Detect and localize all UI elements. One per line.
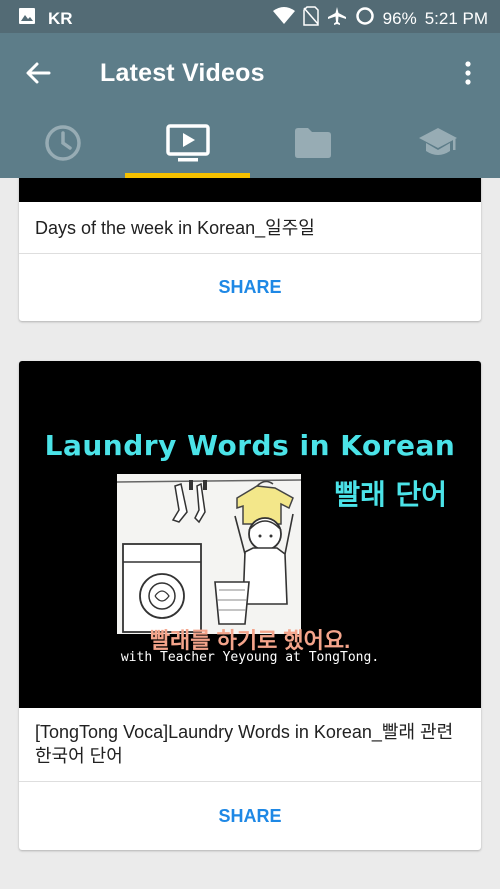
carrier-label: KR bbox=[48, 8, 73, 28]
video-card: Days of the week in Korean_일주일 SHARE bbox=[19, 178, 481, 321]
back-button[interactable] bbox=[22, 57, 54, 89]
more-vert-icon bbox=[456, 61, 480, 93]
tab-courses[interactable] bbox=[375, 113, 500, 178]
thumbnail-heading: Laundry Words in Korean bbox=[44, 429, 456, 462]
arrow-back-icon bbox=[22, 62, 54, 93]
battery-icon bbox=[355, 6, 375, 31]
folder-icon bbox=[293, 125, 333, 166]
battery-percent: 96% bbox=[382, 8, 417, 28]
video-thumbnail[interactable]: Laundry Words in Korean 빨래 단어 빨래를 하기로 했어… bbox=[19, 361, 481, 708]
tab-videos[interactable] bbox=[125, 113, 250, 178]
video-title[interactable]: [TongTong Voca]Laundry Words in Korean_빨… bbox=[19, 708, 481, 781]
video-list[interactable]: Days of the week in Korean_일주일 SHARE Lau… bbox=[0, 178, 500, 889]
app-bar: Latest Videos bbox=[0, 33, 500, 178]
clock-time: 5:21 PM bbox=[424, 8, 488, 28]
share-button[interactable]: SHARE bbox=[19, 782, 481, 850]
no-sim-icon bbox=[302, 6, 319, 31]
video-title[interactable]: Days of the week in Korean_일주일 bbox=[19, 202, 481, 253]
page-title: Latest Videos bbox=[100, 59, 265, 87]
image-icon bbox=[18, 7, 36, 30]
graduation-cap-icon bbox=[417, 125, 459, 166]
tab-folders[interactable] bbox=[250, 113, 375, 178]
share-button[interactable]: SHARE bbox=[19, 254, 481, 321]
video-thumbnail[interactable] bbox=[19, 178, 481, 202]
tab-bar bbox=[0, 113, 500, 178]
laundry-illustration bbox=[117, 474, 301, 634]
overflow-menu-button[interactable] bbox=[456, 57, 480, 89]
video-card: Laundry Words in Korean 빨래 단어 빨래를 하기로 했어… bbox=[19, 361, 481, 850]
clock-icon bbox=[43, 123, 83, 168]
wifi-icon bbox=[272, 7, 295, 30]
video-icon bbox=[165, 123, 210, 168]
status-bar: KR 96% 5:21 PM bbox=[0, 0, 500, 33]
thumbnail-heading-ko: 빨래 단어 bbox=[334, 478, 447, 511]
thumbnail-caption-en: with Teacher Yeyoung at TongTong. bbox=[120, 650, 380, 665]
airplane-icon bbox=[327, 6, 347, 31]
tab-recent[interactable] bbox=[0, 113, 125, 178]
